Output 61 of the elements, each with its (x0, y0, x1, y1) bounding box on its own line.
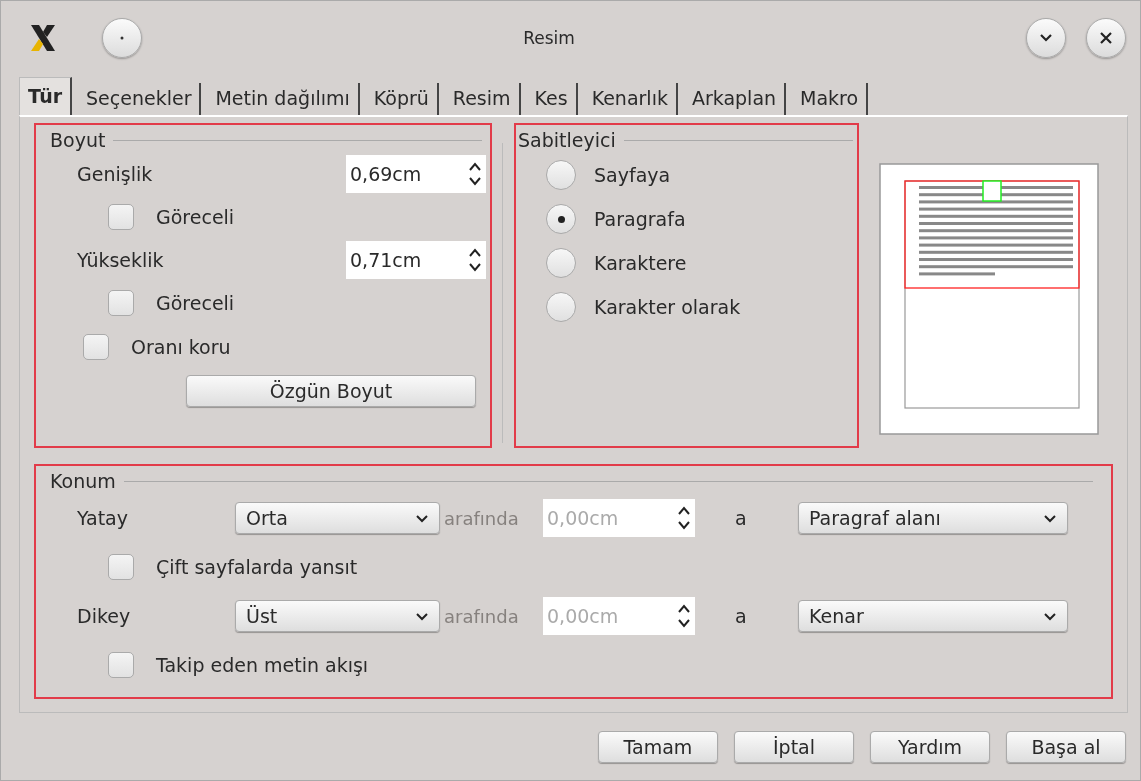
field-label: a (734, 507, 748, 529)
radio-label: Sayfaya (594, 164, 671, 186)
spin-arrows-icon (677, 505, 691, 531)
section-title: Sabitleyici (518, 129, 616, 151)
tab[interactable]: Köprü (365, 83, 439, 115)
close-button[interactable] (1086, 18, 1126, 58)
field-label: Yatay (77, 507, 129, 529)
radio-button[interactable] (546, 204, 576, 234)
radio-label: Karakter olarak (594, 296, 741, 318)
tab[interactable]: Tür (19, 77, 73, 115)
dialog-button[interactable]: Yardım (870, 731, 990, 763)
close-icon (1099, 31, 1113, 45)
tab[interactable]: Kes (526, 83, 578, 115)
checkbox-label: Göreceli (156, 206, 235, 228)
chevron-down-icon (1039, 33, 1053, 43)
tab[interactable]: Kenarlık (583, 83, 678, 115)
checkbox[interactable] (108, 290, 134, 316)
checkbox[interactable] (108, 554, 134, 580)
tab[interactable]: Metin dağılımı (207, 83, 360, 115)
spin-arrows-icon (468, 161, 482, 187)
dialog-button[interactable]: İptal (734, 731, 854, 763)
spin-arrows-icon (468, 247, 482, 273)
checkbox[interactable] (108, 204, 134, 230)
tab[interactable]: Seçenekler (78, 83, 202, 115)
chevron-down-icon (415, 513, 429, 523)
spin-field[interactable]: 0,69cm (346, 155, 486, 193)
checkbox-label: Çift sayfalarda yansıt (156, 556, 358, 578)
field-label: Yükseklik (77, 249, 164, 271)
tab[interactable]: Resim (444, 83, 521, 115)
tab[interactable]: Arkaplan (683, 83, 787, 115)
checkbox[interactable] (108, 652, 134, 678)
radio-button[interactable] (546, 160, 576, 190)
field-label: arafında (443, 507, 520, 529)
spin-field[interactable]: 0,71cm (346, 241, 486, 279)
spin-arrows-icon (677, 603, 691, 629)
field-label: Genişlik (77, 163, 153, 185)
chevron-down-icon (415, 611, 429, 621)
original-size-button[interactable]: Özgün Boyut (186, 375, 476, 407)
tab[interactable]: Makro (792, 83, 869, 115)
section-title: Boyut (50, 129, 106, 151)
radio-button[interactable] (546, 292, 576, 322)
radio-button[interactable] (546, 248, 576, 278)
radio-label: Karaktere (594, 252, 687, 274)
field-label: arafında (443, 605, 520, 627)
checkbox-label: Göreceli (156, 292, 235, 314)
section-title: Konum (50, 470, 116, 492)
chevron-down-icon (1043, 611, 1057, 621)
checkbox-label: Oranı koru (131, 336, 231, 358)
dialog-button[interactable]: Başa al (1006, 731, 1126, 763)
field-label: a (734, 605, 748, 627)
app-logo-icon (28, 23, 58, 53)
minimize-button[interactable] (1026, 18, 1066, 58)
radio-label: Paragrafa (594, 208, 686, 230)
dialog-button[interactable]: Tamam (598, 731, 718, 763)
checkbox-label: Takip eden metin akışı (156, 654, 369, 676)
checkbox[interactable] (83, 334, 109, 360)
window-title: Resim (522, 28, 576, 48)
window-menu-button[interactable] (102, 18, 142, 58)
dot-icon (120, 36, 124, 40)
field-label: Dikey (77, 605, 132, 627)
chevron-down-icon (1043, 513, 1057, 523)
